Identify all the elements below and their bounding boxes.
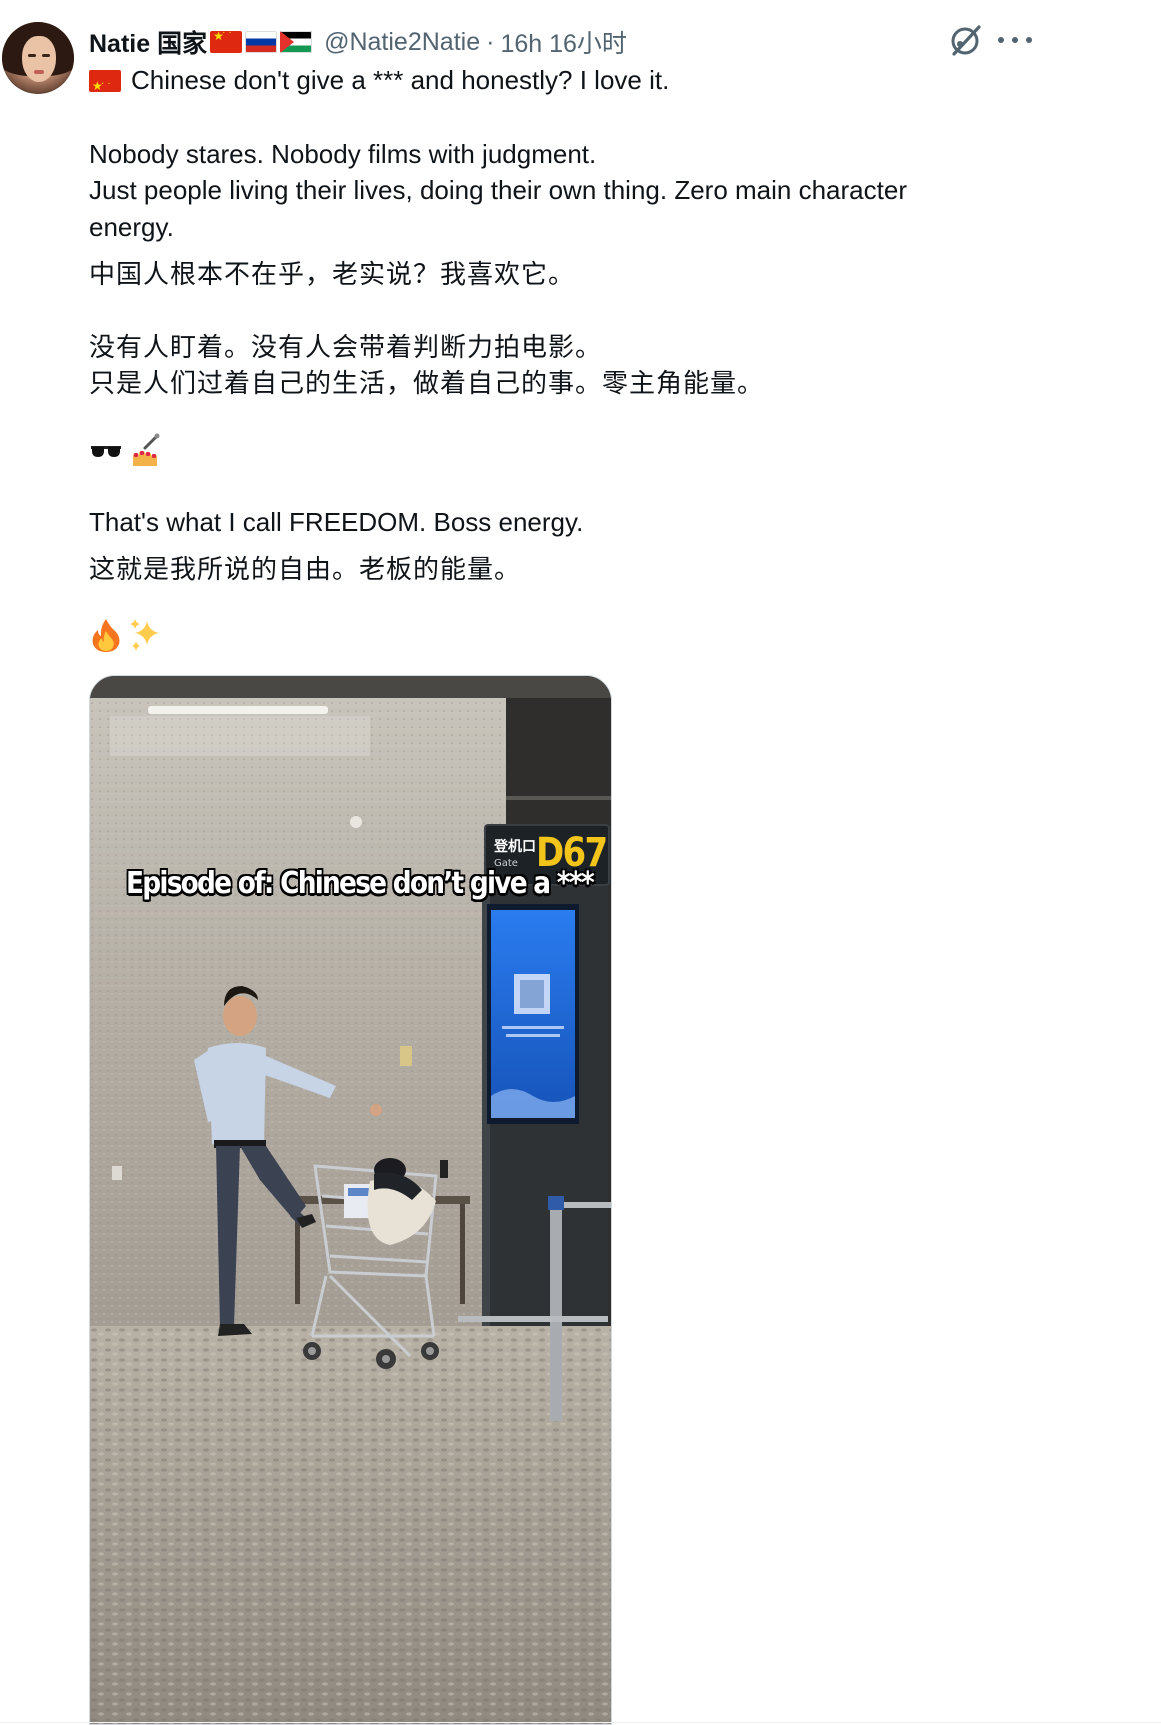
sparkles-emoji-icon bbox=[130, 619, 159, 651]
user-handle[interactable]: @Natie2Natie bbox=[324, 28, 480, 57]
tweet-text-line: 中国人根本不在乎，老实说？我喜欢它。 bbox=[89, 257, 575, 293]
tweet-text-line: energy. bbox=[89, 209, 174, 245]
more-options-icon[interactable] bbox=[998, 26, 1032, 54]
russia-flag-icon bbox=[245, 31, 278, 53]
tweet-text: Chinese don't give a *** and honestly? I… bbox=[131, 65, 670, 95]
emoji-row bbox=[89, 432, 163, 468]
nail-polish-emoji-icon bbox=[133, 433, 160, 466]
avatar[interactable] bbox=[2, 22, 74, 94]
timestamp[interactable]: 16h 16小时 bbox=[500, 24, 626, 60]
fire-emoji-icon bbox=[92, 619, 120, 652]
tweet-text-line: 没有人盯着。没有人会带着判断力拍电影。 bbox=[89, 330, 602, 366]
palestine-flag-icon bbox=[280, 31, 313, 53]
tweet-text-line: Nobody stares. Nobody films with judgmen… bbox=[89, 136, 596, 172]
display-name[interactable]: Natie 国家 bbox=[89, 24, 207, 60]
tweet-text: Nobody stares. Nobody films with judgmen… bbox=[89, 139, 597, 169]
tweet-text: 中国人根本不在乎，老实说？我喜欢它。 bbox=[89, 260, 576, 290]
tweet-text-line: That's what I call FREEDOM. Boss energy. bbox=[89, 504, 583, 540]
tweet[interactable]: Natie 国家 @Natie2Natie · 16h 16小时 Chinese… bbox=[0, 0, 1161, 1725]
gate-label-cn: 登机口 bbox=[494, 839, 536, 855]
tweet-header: Natie 国家 @Natie2Natie · 16h 16小时 bbox=[89, 24, 627, 60]
tweet-text: 没有人盯着。没有人会带着判断力拍电影。 bbox=[89, 333, 603, 363]
emoji-row bbox=[89, 617, 163, 653]
tweet-text-line: 只是人们过着自己的生活，做着自己的事。零主角能量。 bbox=[89, 366, 764, 402]
tweet-text-line: Just people living their lives, doing th… bbox=[89, 172, 907, 208]
tweet-text-line: 这就是我所说的自由。老板的能量。 bbox=[89, 552, 521, 588]
china-flag-icon bbox=[210, 31, 243, 53]
video-caption: Episode of: Chinese don’t give a *** bbox=[126, 866, 595, 901]
separator-dot: · bbox=[486, 27, 495, 56]
tweet-text: That's what I call FREEDOM. Boss energy. bbox=[89, 507, 584, 537]
grok-icon[interactable] bbox=[948, 22, 984, 58]
tweet-text: Just people living their lives, doing th… bbox=[89, 175, 907, 205]
tweet-text-line: Chinese don't give a *** and honestly? I… bbox=[89, 62, 669, 98]
china-flag-icon bbox=[89, 70, 121, 92]
tweet-text: 这就是我所说的自由。老板的能量。 bbox=[89, 555, 522, 585]
video-media[interactable]: 登机口 Gate D67 Episode of: Chinese don’t g… bbox=[89, 675, 612, 1725]
tweet-text: energy. bbox=[89, 212, 174, 242]
tweet-text: 只是人们过着自己的生活，做着自己的事。零主角能量。 bbox=[89, 369, 765, 399]
sunglasses-emoji-icon bbox=[91, 446, 121, 457]
